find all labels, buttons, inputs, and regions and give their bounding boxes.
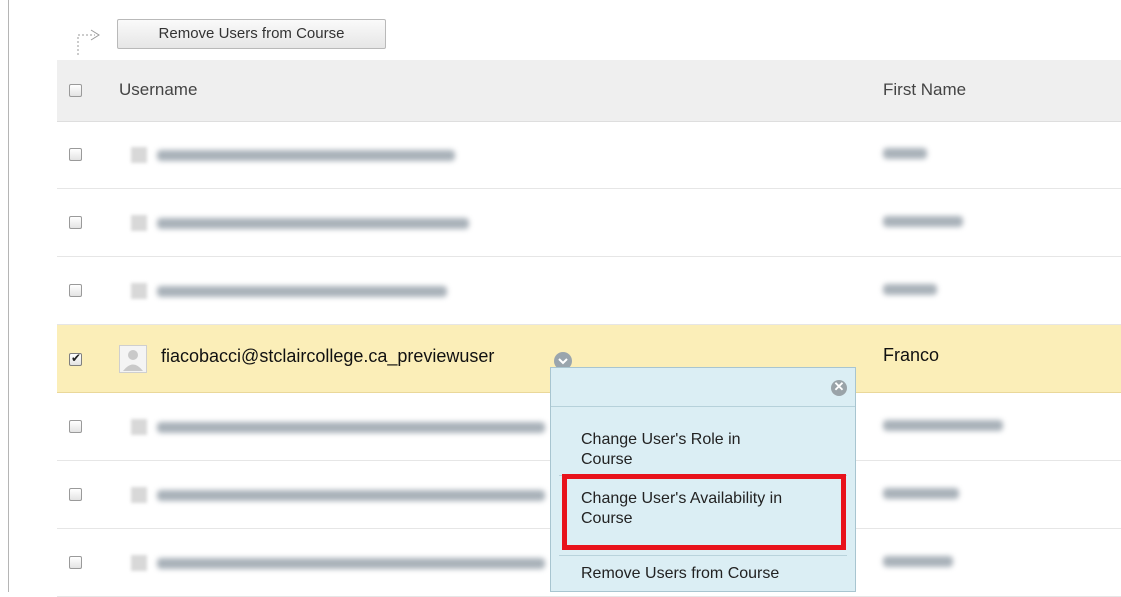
user-avatar-blurred (131, 147, 147, 163)
first-name-blurred (883, 420, 1003, 431)
user-avatar-blurred (131, 419, 147, 435)
remove-users-button[interactable]: Remove Users from Course (117, 19, 386, 49)
table-row (57, 189, 1121, 257)
username-column-header[interactable]: Username (119, 80, 197, 100)
first-name-blurred (883, 216, 963, 227)
menu-item-change-role[interactable]: Change User's Role in Course (581, 430, 741, 470)
table-row (57, 257, 1121, 325)
first-name-blurred (883, 148, 927, 159)
username-blurred (157, 218, 469, 229)
row-checkbox[interactable] (69, 488, 82, 501)
row-checkbox[interactable] (69, 556, 82, 569)
row-checkbox[interactable] (69, 420, 82, 433)
user-avatar-blurred (131, 283, 147, 299)
username-blurred (157, 558, 545, 569)
bulk-action-arrow-icon (77, 29, 100, 55)
row-checkbox[interactable] (69, 216, 82, 229)
highlight-box (562, 474, 846, 550)
first-name-cell: Franco (883, 345, 940, 365)
table-row (57, 121, 1121, 189)
username-blurred (157, 490, 545, 501)
row-checkbox[interactable] (69, 284, 82, 297)
first-name-blurred (883, 488, 959, 499)
menu-divider (559, 555, 847, 556)
menu-item-label: Remove Users from Course (581, 565, 780, 582)
row-checkbox-checked[interactable]: ✔ (69, 351, 82, 366)
checkmark-icon: ✔ (71, 351, 82, 365)
username-blurred (157, 422, 545, 433)
first-name-blurred (883, 556, 953, 567)
menu-item-label: Course (581, 451, 633, 468)
menu-header: ✕ (551, 368, 855, 407)
menu-item-label: Change User's Role in (581, 431, 741, 448)
row-checkbox[interactable] (69, 148, 82, 161)
menu-item-remove-users[interactable]: Remove Users from Course (581, 564, 779, 584)
username-blurred (157, 150, 455, 161)
first-name-blurred (883, 284, 937, 295)
user-avatar-icon (123, 350, 143, 371)
user-avatar-blurred (131, 487, 147, 503)
user-avatar-blurred (131, 215, 147, 231)
user-avatar (119, 345, 147, 373)
left-border (8, 0, 9, 592)
select-all-checkbox[interactable] (69, 84, 82, 97)
close-icon[interactable]: ✕ (831, 379, 847, 396)
username-link[interactable]: fiacobacci@stclaircollege.ca_previewuser (161, 346, 494, 367)
username-blurred (157, 286, 447, 297)
first-name-column-header[interactable]: First Name (883, 80, 966, 100)
user-avatar-blurred (131, 555, 147, 571)
table-header: Username First Name (57, 60, 1121, 122)
